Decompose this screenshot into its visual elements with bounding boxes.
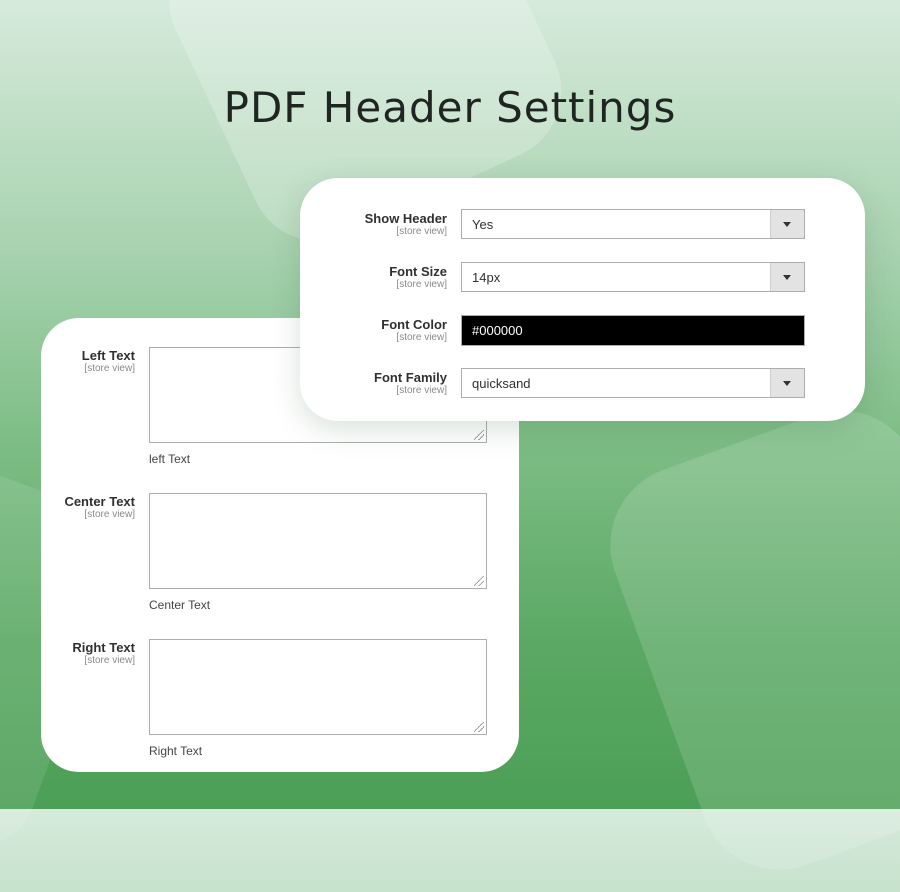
field-label: Font Size <box>389 264 447 279</box>
field-scope: [store view] <box>84 509 135 520</box>
chevron-down-icon <box>783 275 791 280</box>
font-color-label: Font Color [store view] <box>337 317 447 343</box>
select-value: Yes <box>472 217 494 232</box>
dropdown-button[interactable] <box>770 263 804 291</box>
field-label: Left Text <box>81 348 135 363</box>
background-shape <box>587 387 900 892</box>
font-color-input[interactable]: #000000 <box>461 315 805 346</box>
center-text-note: Center Text <box>149 598 211 612</box>
field-scope: [store view] <box>396 279 447 290</box>
header-settings-card: Show Header [store view] Yes Font Size [… <box>300 178 865 421</box>
field-scope: [store view] <box>396 332 447 343</box>
center-text-textarea[interactable] <box>149 493 487 589</box>
field-label: Right Text <box>72 640 135 655</box>
field-scope: [store view] <box>396 226 447 237</box>
resize-handle-icon[interactable] <box>474 722 484 732</box>
show-header-select[interactable]: Yes <box>461 209 805 239</box>
field-scope: [store view] <box>84 655 135 666</box>
select-value: 14px <box>472 270 501 285</box>
right-text-label: Right Text [store view] <box>25 640 135 666</box>
field-label: Font Color <box>381 317 447 332</box>
right-text-note: Right Text <box>149 744 203 758</box>
left-text-note: left Text <box>149 452 191 466</box>
dropdown-button[interactable] <box>770 369 804 397</box>
select-value: quicksand <box>472 376 531 391</box>
chevron-down-icon <box>783 381 791 386</box>
chevron-down-icon <box>783 222 791 227</box>
font-family-select[interactable]: quicksand <box>461 368 805 398</box>
field-label: Center Text <box>64 494 135 509</box>
color-value: #000000 <box>472 323 523 338</box>
resize-handle-icon[interactable] <box>474 430 484 440</box>
page-title: PDF Header Settings <box>223 83 677 133</box>
field-label: Font Family <box>374 370 447 385</box>
left-text-label: Left Text [store view] <box>25 348 135 374</box>
font-size-label: Font Size [store view] <box>337 264 447 290</box>
font-size-select[interactable]: 14px <box>461 262 805 292</box>
center-text-label: Center Text [store view] <box>25 494 135 520</box>
resize-handle-icon[interactable] <box>474 576 484 586</box>
field-scope: [store view] <box>84 363 135 374</box>
font-family-label: Font Family [store view] <box>337 370 447 396</box>
dropdown-button[interactable] <box>770 210 804 238</box>
show-header-label: Show Header [store view] <box>337 211 447 237</box>
field-label: Show Header <box>364 211 447 226</box>
field-scope: [store view] <box>396 385 447 396</box>
right-text-textarea[interactable] <box>149 639 487 735</box>
